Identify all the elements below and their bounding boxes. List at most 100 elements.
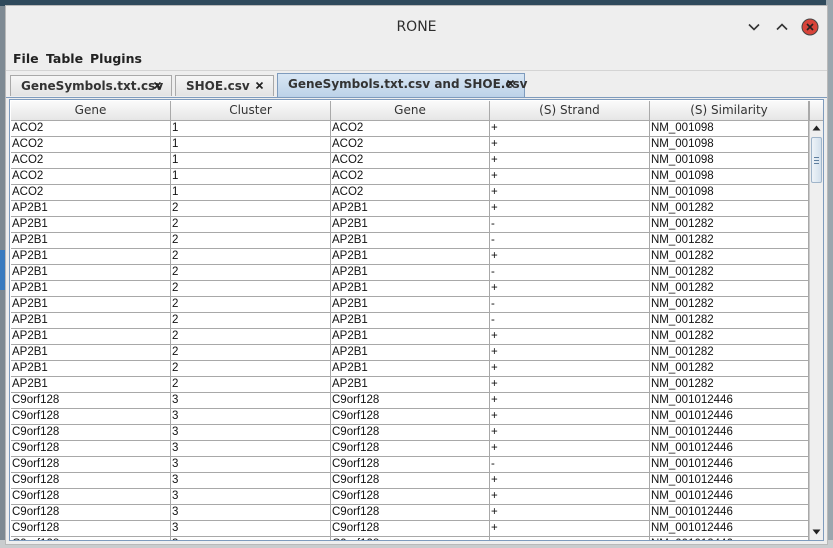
cell-gene-2[interactable]: C9orf128	[331, 393, 490, 409]
cell-gene[interactable]: C9orf128	[11, 489, 171, 505]
cell-gene-2[interactable]: AP2B1	[331, 377, 490, 393]
cell-cluster[interactable]: 3	[171, 537, 331, 540]
cell-similarity[interactable]: NM_001098	[650, 185, 809, 201]
cell-cluster[interactable]: 2	[171, 329, 331, 345]
table-row[interactable]: AP2B1 2 AP2B1 + NM_001282	[11, 361, 809, 377]
cell-gene-2[interactable]: AP2B1	[331, 233, 490, 249]
close-window-button[interactable]	[800, 17, 820, 37]
cell-similarity[interactable]: NM_001282	[650, 217, 809, 233]
cell-similarity[interactable]: NM_001282	[650, 345, 809, 361]
cell-strand[interactable]: -	[490, 313, 650, 329]
cell-cluster[interactable]: 1	[171, 121, 331, 137]
scroll-down-button[interactable]	[810, 525, 823, 539]
table-row[interactable]: ACO2 1 ACO2 + NM_001098	[11, 137, 809, 153]
cell-gene-2[interactable]: AP2B1	[331, 361, 490, 377]
cell-similarity[interactable]: NM_001012446	[650, 521, 809, 537]
cell-cluster[interactable]: 1	[171, 169, 331, 185]
cell-similarity[interactable]: NM_001098	[650, 137, 809, 153]
cell-cluster[interactable]: 3	[171, 425, 331, 441]
cell-gene[interactable]: C9orf128	[11, 473, 171, 489]
cell-cluster[interactable]: 2	[171, 297, 331, 313]
cell-cluster[interactable]: 3	[171, 473, 331, 489]
table-row[interactable]: C9orf1283C9orf128+NM_001012446	[11, 489, 809, 505]
cell-gene[interactable]: C9orf128	[11, 441, 171, 457]
cell-similarity[interactable]: NM_001098	[650, 169, 809, 185]
cell-strand[interactable]: +	[490, 329, 650, 345]
cell-cluster[interactable]: 2	[171, 201, 331, 217]
menu-plugins[interactable]: Plugins	[90, 51, 142, 66]
cell-gene[interactable]: ACO2	[11, 121, 171, 137]
tab-merged[interactable]: GeneSymbols.txt.csv and SHOE.csv	[277, 73, 527, 97]
cell-strand[interactable]: +	[490, 169, 650, 185]
cell-similarity[interactable]: NM_001282	[650, 313, 809, 329]
cell-cluster[interactable]: 2	[171, 345, 331, 361]
cell-strand[interactable]: +	[490, 201, 650, 217]
table-row[interactable]: C9orf1283C9orf128+NM_001012446	[11, 537, 809, 540]
cell-similarity[interactable]: NM_001282	[650, 249, 809, 265]
menu-file[interactable]: File	[13, 51, 39, 66]
column-header-gene-2[interactable]: Gene	[331, 101, 490, 120]
table-row[interactable]: C9orf1283C9orf128+NM_001012446	[11, 393, 809, 409]
cell-strand[interactable]: -	[490, 233, 650, 249]
cell-strand[interactable]: +	[490, 505, 650, 521]
table-row[interactable]: ACO2 1 ACO2 + NM_001098	[11, 169, 809, 185]
table-row[interactable]: AP2B1 2 AP2B1- NM_001282	[11, 313, 809, 329]
cell-similarity[interactable]: NM_001282	[650, 281, 809, 297]
cell-similarity[interactable]: NM_001282	[650, 233, 809, 249]
table-row[interactable]: AP2B1 2 AP2B1 + NM_001282	[11, 329, 809, 345]
column-header-gene[interactable]: Gene	[11, 101, 171, 120]
cell-gene[interactable]: C9orf128	[11, 505, 171, 521]
cell-strand[interactable]: +	[490, 537, 650, 540]
table-row[interactable]: ACO2 1 ACO2 + NM_001098	[11, 121, 809, 137]
cell-strand[interactable]: +	[490, 473, 650, 489]
cell-gene-2[interactable]: ACO2	[331, 169, 490, 185]
cell-strand[interactable]: +	[490, 121, 650, 137]
cell-strand[interactable]: +	[490, 377, 650, 393]
cell-gene-2[interactable]: C9orf128	[331, 521, 490, 537]
cell-gene-2[interactable]: C9orf128	[331, 537, 490, 540]
cell-cluster[interactable]: 2	[171, 361, 331, 377]
table-row[interactable]: AP2B1 2 AP2B1 + NM_001282	[11, 377, 809, 393]
cell-gene-2[interactable]: AP2B1	[331, 265, 490, 281]
table-row[interactable]: C9orf1283C9orf128+NM_001012446	[11, 441, 809, 457]
scroll-thumb[interactable]	[811, 137, 822, 183]
cell-strand[interactable]: +	[490, 409, 650, 425]
cell-similarity[interactable]: NM_001012446	[650, 425, 809, 441]
cell-strand[interactable]: -	[490, 297, 650, 313]
cell-gene-2[interactable]: AP2B1	[331, 313, 490, 329]
cell-cluster[interactable]: 3	[171, 393, 331, 409]
cell-cluster[interactable]: 2	[171, 217, 331, 233]
cell-cluster[interactable]: 3	[171, 457, 331, 473]
table-row[interactable]: ACO2 1 ACO2 + NM_001098	[11, 185, 809, 201]
table-row[interactable]: AP2B1 2 AP2B1- NM_001282	[11, 233, 809, 249]
cell-gene[interactable]: AP2B1	[11, 201, 171, 217]
cell-gene-2[interactable]: ACO2	[331, 153, 490, 169]
cell-gene-2[interactable]: ACO2	[331, 137, 490, 153]
cell-similarity[interactable]: NM_001012446	[650, 409, 809, 425]
cell-gene-2[interactable]: AP2B1	[331, 217, 490, 233]
table-row[interactable]: AP2B1 2 AP2B1 + NM_001282	[11, 281, 809, 297]
cell-gene-2[interactable]: C9orf128	[331, 441, 490, 457]
close-tab-icon[interactable]	[153, 81, 162, 90]
cell-gene[interactable]: AP2B1	[11, 361, 171, 377]
cell-gene-2[interactable]: C9orf128	[331, 505, 490, 521]
maximize-button[interactable]	[772, 17, 792, 37]
cell-gene-2[interactable]: ACO2	[331, 185, 490, 201]
cell-gene[interactable]: ACO2	[11, 153, 171, 169]
table-row[interactable]: AP2B1 2 AP2B1 + NM_001282	[11, 249, 809, 265]
cell-gene-2[interactable]: AP2B1	[331, 329, 490, 345]
cell-strand[interactable]: +	[490, 441, 650, 457]
cell-gene-2[interactable]: C9orf128	[331, 489, 490, 505]
table-row[interactable]: C9orf1283C9orf128+NM_001012446	[11, 409, 809, 425]
cell-similarity[interactable]: NM_001012446	[650, 473, 809, 489]
cell-strand[interactable]: +	[490, 489, 650, 505]
cell-gene[interactable]: ACO2	[11, 185, 171, 201]
close-tab-icon[interactable]	[255, 81, 264, 90]
cell-strand[interactable]: +	[490, 137, 650, 153]
column-header-strand[interactable]: (S) Strand	[490, 101, 650, 120]
cell-cluster[interactable]: 1	[171, 137, 331, 153]
cell-cluster[interactable]: 2	[171, 281, 331, 297]
cell-strand[interactable]: +	[490, 345, 650, 361]
cell-gene-2[interactable]: C9orf128	[331, 409, 490, 425]
cell-similarity[interactable]: NM_001012446	[650, 457, 809, 473]
